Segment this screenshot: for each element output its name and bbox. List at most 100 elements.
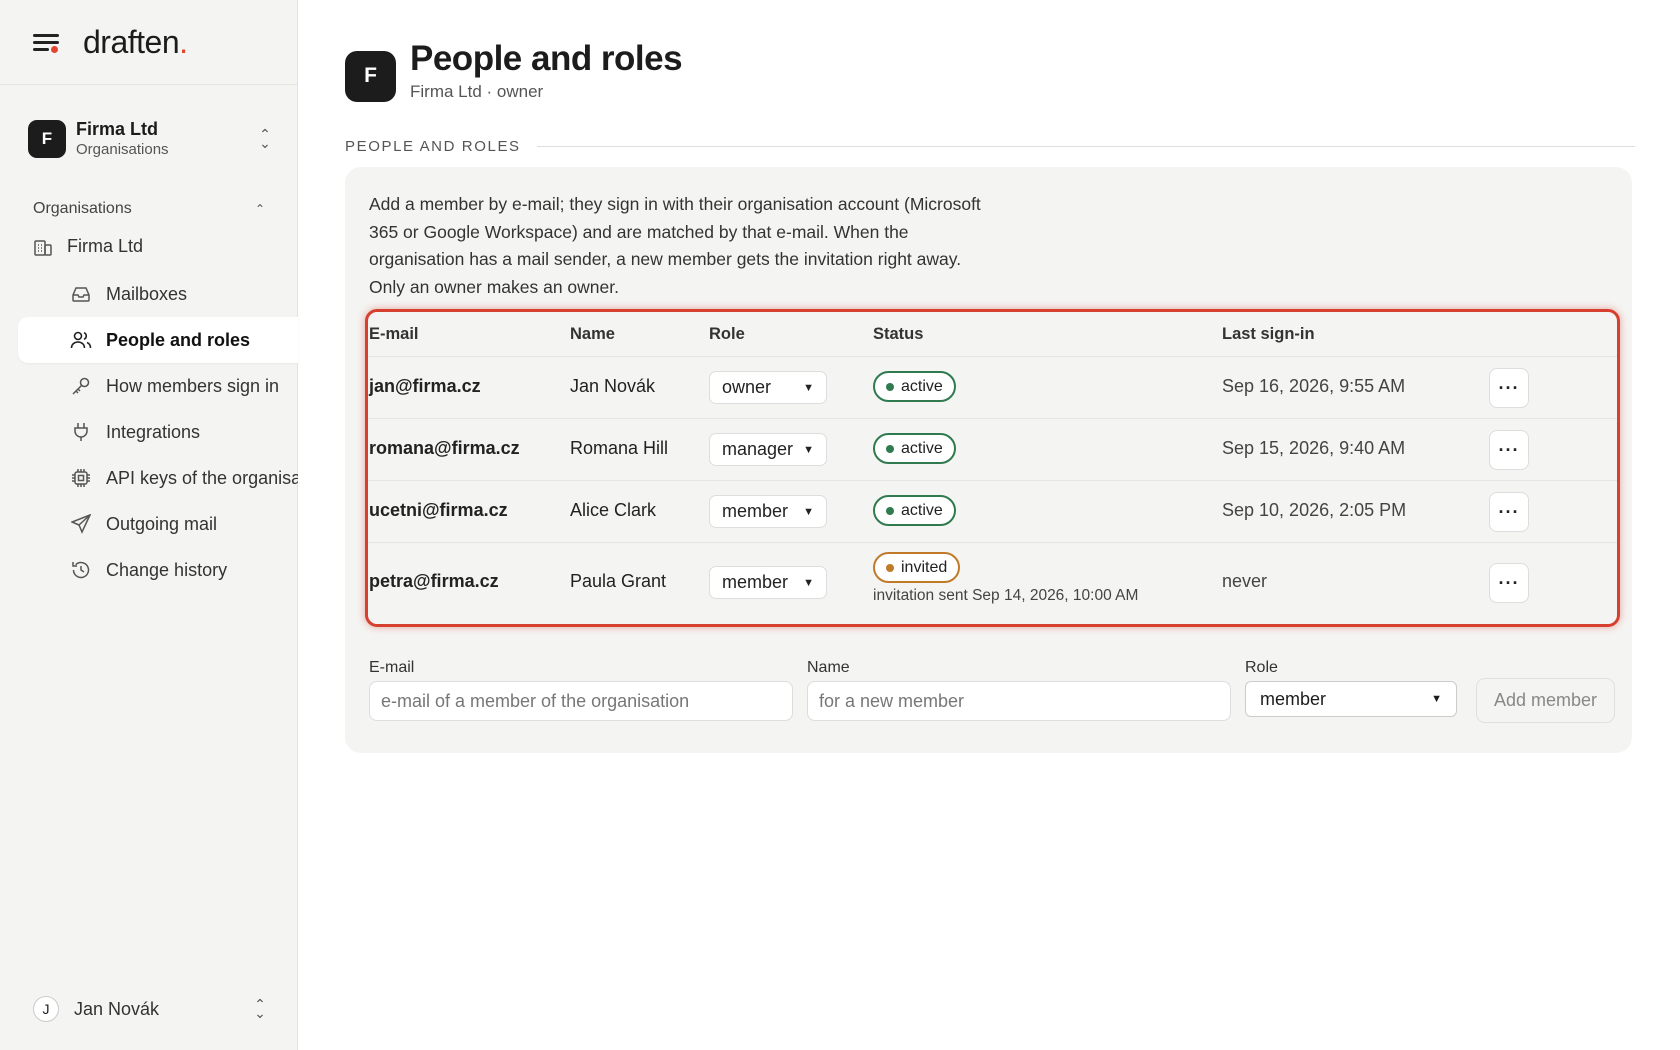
sidebar-item-change-history[interactable]: Change history (18, 547, 298, 593)
role-field-label: Role (1245, 659, 1278, 676)
chip-icon (70, 467, 92, 489)
status-text: invited (901, 558, 948, 576)
chevron-updown-icon: ⌃ ⌄ (259, 126, 271, 151)
name-field[interactable]: for a new member (807, 681, 1231, 721)
header-status: Status (873, 325, 924, 343)
row-actions-button[interactable]: ··· (1489, 563, 1529, 603)
sidebar-item-api-keys[interactable]: API keys of the organisation (18, 455, 298, 501)
members-table: E-mail Name Role Status Last sign-in jan… (365, 309, 1620, 627)
chevron-down-icon: ▼ (803, 381, 814, 394)
chevron-up-icon: ⌃ (254, 202, 265, 216)
header-last-signin: Last sign-in (1222, 325, 1315, 343)
member-email: ucetni@firma.cz (369, 500, 508, 520)
member-name: Paula Grant (570, 571, 667, 591)
role-field-select[interactable]: member ▼ (1245, 681, 1457, 717)
chevron-down-icon: ▼ (803, 505, 814, 518)
send-icon (70, 513, 92, 535)
name-field-label: Name (807, 659, 850, 676)
section-label-text: PEOPLE AND ROLES (345, 138, 521, 155)
invitation-note: invitation sent Sep 14, 2026, 10:00 AM (873, 587, 1139, 604)
brand-bar: draften. (0, 0, 297, 85)
sidebar-item-outgoing-mail[interactable]: Outgoing mail (18, 501, 298, 547)
table-row: romana@firma.cz Romana Hill manager ▼ act… (368, 418, 1617, 480)
sidebar-item-integrations[interactable]: Integrations (18, 409, 298, 455)
last-signin: never (1222, 571, 1268, 591)
row-actions-button[interactable]: ··· (1489, 368, 1529, 408)
plug-icon (70, 421, 92, 443)
sidebar: draften. F Firma Ltd Organisations ⌃ ⌄ Or… (0, 0, 298, 1050)
sidebar-item-label: How members sign in (106, 375, 280, 396)
user-avatar: J (33, 996, 59, 1022)
sidebar-nav: Mailboxes People and roles How members s… (18, 271, 298, 593)
building-icon (34, 239, 52, 256)
chevron-down-icon: ▼ (803, 443, 814, 456)
email-field-label: E-mail (369, 659, 415, 676)
last-signin: Sep 16, 2026, 9:55 AM (1222, 376, 1406, 396)
row-actions-button[interactable]: ··· (1489, 430, 1529, 470)
status-text: active (901, 439, 943, 457)
org-switcher-name: Firma Ltd (76, 119, 159, 139)
role-select[interactable]: manager ▼ (709, 433, 827, 466)
header-role: Role (709, 325, 745, 343)
section-label: PEOPLE AND ROLES (345, 138, 1635, 155)
status-badge: active (873, 371, 956, 402)
chevron-down-icon: ▼ (803, 576, 814, 589)
more-icon: ··· (1489, 492, 1529, 532)
org-avatar: F (28, 120, 66, 158)
more-icon: ··· (1489, 368, 1529, 408)
member-email: romana@firma.cz (369, 438, 520, 458)
status-badge: active (873, 495, 956, 526)
section-title: Organisations (33, 200, 132, 217)
member-name: Jan Novák (570, 376, 656, 396)
history-icon (70, 559, 92, 581)
add-member-button[interactable]: Add member (1476, 678, 1615, 723)
member-name: Romana Hill (570, 438, 669, 458)
table-row: ucetni@firma.cz Alice Clark member ▼ acti… (368, 480, 1617, 542)
header-name: Name (570, 325, 615, 343)
description: Add a member by e-mail; they sign in wit… (369, 194, 981, 297)
role-select[interactable]: owner ▼ (709, 371, 827, 404)
more-icon: ··· (1489, 430, 1529, 470)
role-select[interactable]: member ▼ (709, 566, 827, 599)
organisations-section-toggle[interactable]: Organisations ⌃ (33, 200, 265, 218)
status-dot (886, 444, 894, 453)
page-header: F People and roles Firma Ltd · owner (345, 38, 683, 102)
role-field-value: member (1260, 688, 1327, 709)
sidebar-item-mailboxes[interactable]: Mailboxes (18, 271, 298, 317)
org-switcher[interactable]: F Firma Ltd Organisations ⌃ ⌄ (28, 117, 273, 161)
role-select[interactable]: member ▼ (709, 495, 827, 528)
status-text: active (901, 501, 943, 519)
status-text: active (901, 377, 943, 395)
section-divider (536, 146, 1635, 147)
last-signin: Sep 15, 2026, 9:40 AM (1222, 438, 1406, 458)
sidebar-item-label: API keys of the organisation (106, 467, 298, 488)
users-icon (70, 329, 92, 351)
row-actions-button[interactable]: ··· (1489, 492, 1529, 532)
user-switcher[interactable]: J Jan Novák ⌃ ⌄ (33, 994, 268, 1024)
status-badge: invited invitation sent Sep 14, 2026, 10… (873, 552, 1138, 605)
status-dot (886, 506, 894, 515)
menu-icon[interactable] (33, 32, 59, 53)
page-subtitle: Firma Ltd · owner (410, 82, 544, 101)
role-value: owner (722, 377, 772, 397)
member-email: petra@firma.cz (369, 571, 499, 591)
sidebar-item-people-and-roles[interactable]: People and roles (18, 317, 298, 363)
sidebar-item-label: Change history (106, 559, 228, 580)
email-field[interactable]: e-mail of a member of the organisation (369, 681, 793, 721)
sidebar-item-sign-in[interactable]: How members sign in (18, 363, 298, 409)
role-value: member (722, 501, 789, 521)
sidebar-item-label: Outgoing mail (106, 513, 218, 534)
chevron-down-icon: ▼ (1431, 693, 1442, 705)
people-panel: Add a member by e-mail; they sign in wit… (345, 167, 1632, 753)
app-logo[interactable]: draften. (83, 24, 188, 61)
org-switcher-subtitle: Organisations (76, 141, 169, 158)
table-header: E-mail Name Role Status Last sign-in (368, 312, 1617, 356)
status-badge: active (873, 433, 956, 464)
sidebar-item-label: Integrations (106, 421, 201, 442)
table-row: petra@firma.cz Paula Grant member ▼ invit… (368, 542, 1617, 624)
sidebar-org-label: Firma Ltd (67, 236, 144, 256)
sidebar-org-firma[interactable]: Firma Ltd (33, 236, 143, 257)
member-email: jan@firma.cz (369, 376, 481, 396)
sidebar-item-label: People and roles (106, 329, 251, 350)
member-name: Alice Clark (570, 500, 657, 520)
